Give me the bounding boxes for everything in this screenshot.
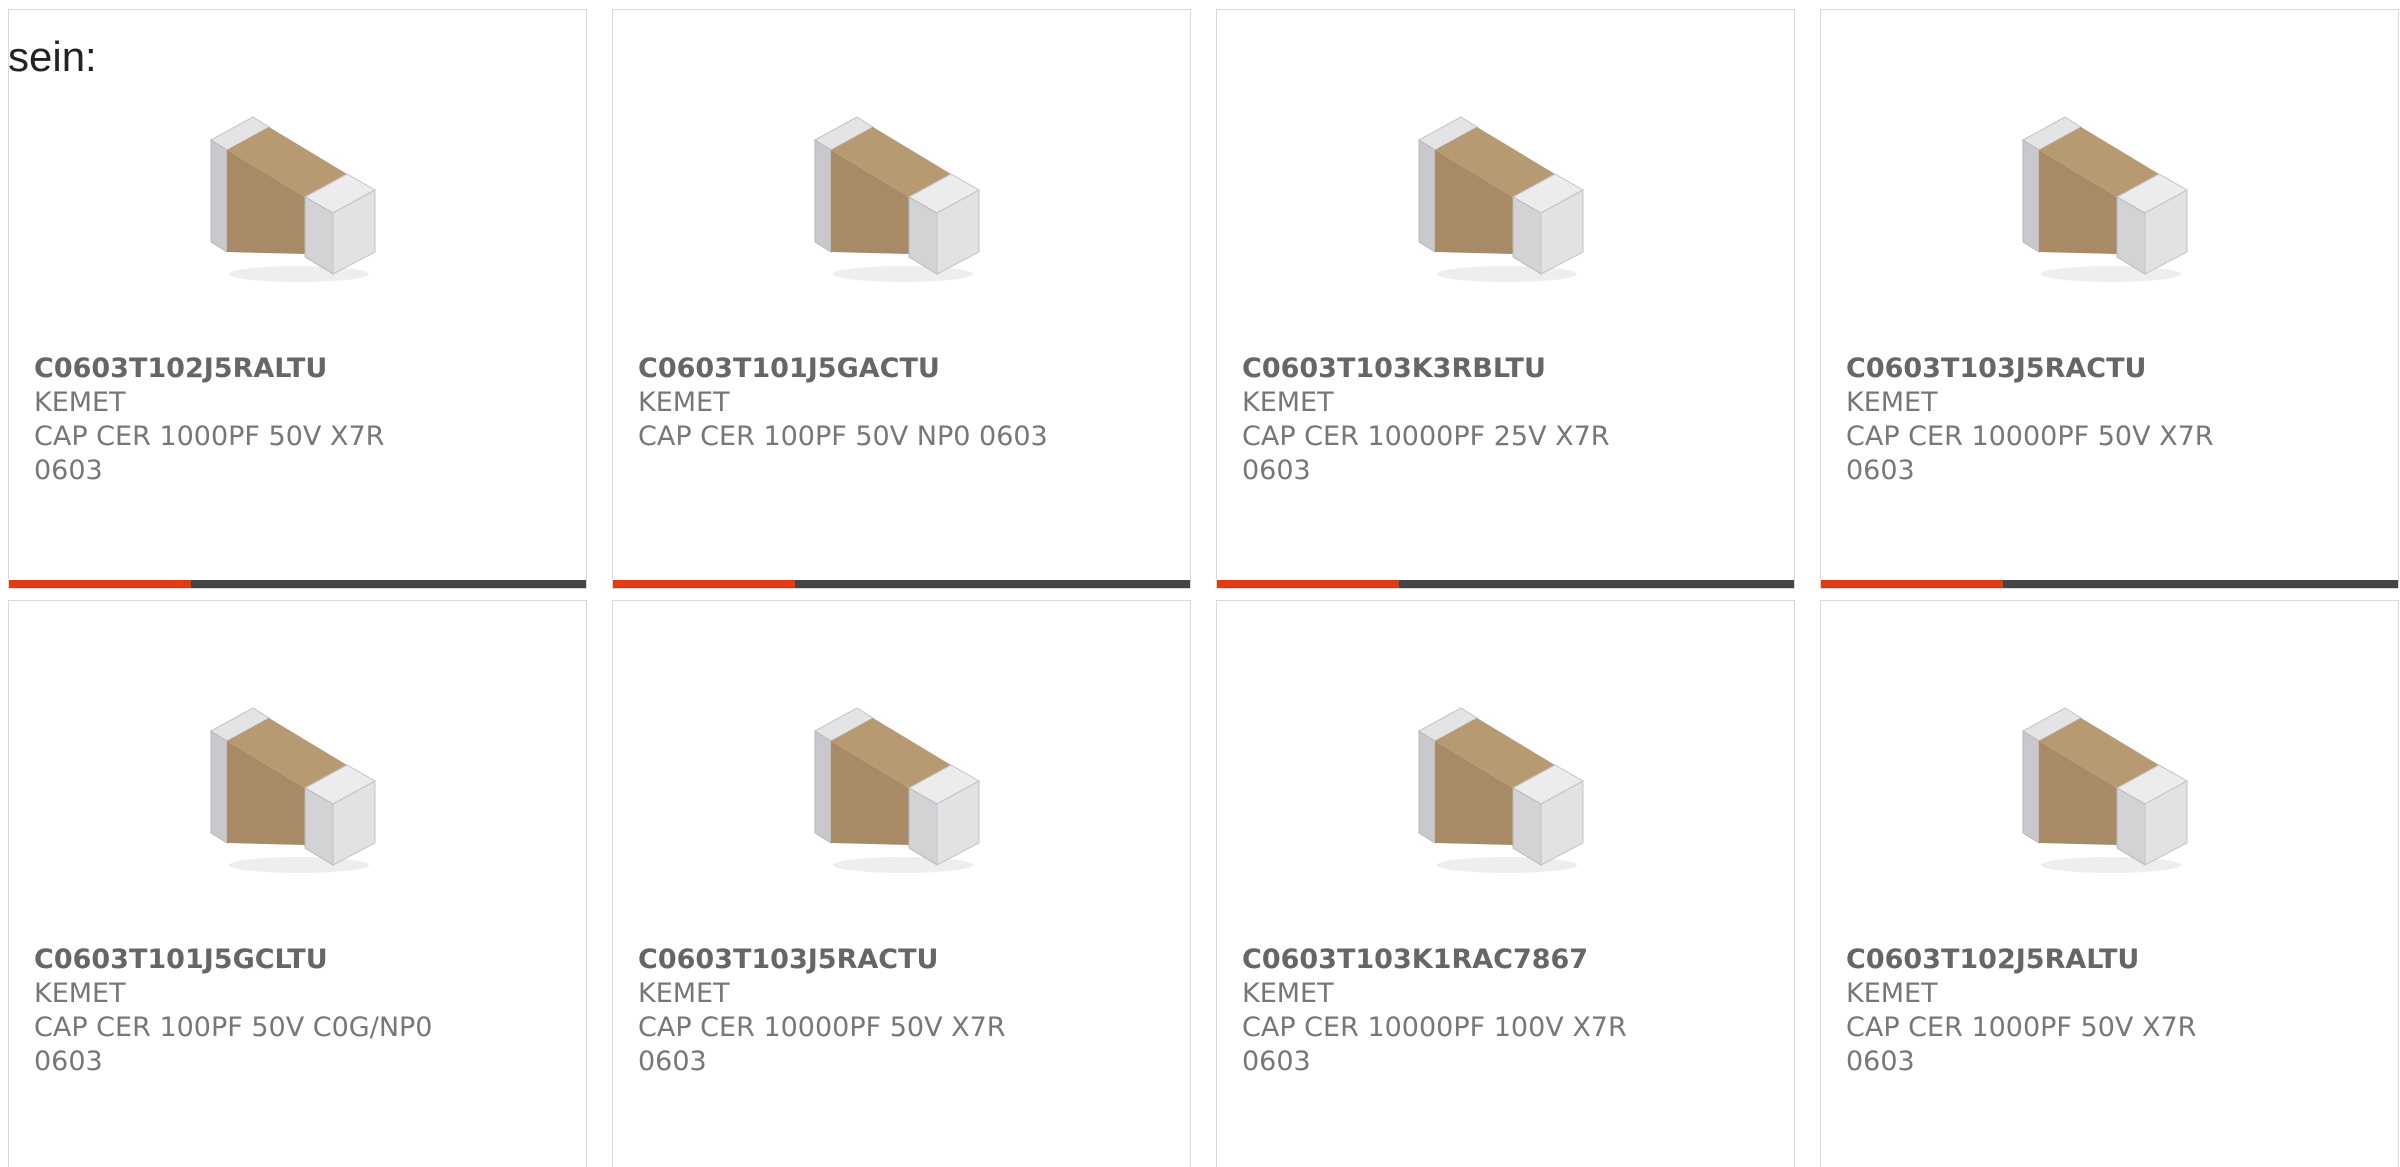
manufacturer: KEMET [1846,978,1938,1009]
product-info: C0603T103J5RACTU KEMET CAP CER 10000PF 5… [638,943,1058,1079]
capacitor-icon [2011,673,2211,878]
manufacturer: KEMET [1242,978,1334,1009]
product-info: C0603T101J5GCLTU KEMET CAP CER 100PF 50V… [34,943,454,1079]
manufacturer: KEMET [638,978,730,1009]
part-number[interactable]: C0603T103K3RBLTU [1242,352,1662,386]
product-card[interactable]: C0603T103K1RAC7867 KEMET CAP CER 10000PF… [1216,600,1795,1167]
product-card[interactable]: C0603T103J5RACTU KEMET CAP CER 10000PF 5… [612,600,1191,1167]
card-footer-bar [1821,580,2398,588]
card-accent-bar [1821,580,2003,588]
product-info: C0603T102J5RALTU KEMET CAP CER 1000PF 50… [1846,943,2266,1079]
part-number[interactable]: C0603T103J5RACTU [638,943,1058,977]
description: CAP CER 10000PF 100V X7R 0603 [1242,1012,1627,1077]
description: CAP CER 10000PF 50V X7R 0603 [638,1012,1006,1077]
product-grid: C0603T102J5RALTU KEMET CAP CER 1000PF 50… [8,9,2400,1167]
manufacturer: KEMET [1242,387,1334,418]
product-info: C0603T103K3RBLTU KEMET CAP CER 10000PF 2… [1242,352,1662,488]
product-info: C0603T103J5RACTU KEMET CAP CER 10000PF 5… [1846,352,2266,488]
card-footer-bar [1217,580,1794,588]
description: CAP CER 10000PF 25V X7R 0603 [1242,421,1610,486]
part-number[interactable]: C0603T101J5GCLTU [34,943,454,977]
capacitor-icon [1407,82,1607,287]
description: CAP CER 10000PF 50V X7R 0603 [1846,421,2214,486]
card-accent-bar [613,580,795,588]
capacitor-icon [199,673,399,878]
product-info: C0603T102J5RALTU KEMET CAP CER 1000PF 50… [34,352,454,488]
card-footer-bar [9,580,586,588]
description: CAP CER 1000PF 50V X7R 0603 [34,421,385,486]
intro-text: sein: [8,33,97,80]
part-number[interactable]: C0603T102J5RALTU [34,352,454,386]
description: CAP CER 100PF 50V C0G/NP0 0603 [34,1012,433,1077]
card-accent-bar [9,580,191,588]
description: CAP CER 100PF 50V NP0 0603 [638,421,1048,452]
capacitor-icon [803,82,1003,287]
part-number[interactable]: C0603T103J5RACTU [1846,352,2266,386]
manufacturer: KEMET [34,387,126,418]
part-number[interactable]: C0603T102J5RALTU [1846,943,2266,977]
description: CAP CER 1000PF 50V X7R 0603 [1846,1012,2197,1077]
product-info: C0603T101J5GACTU KEMET CAP CER 100PF 50V… [638,352,1058,454]
capacitor-icon [1407,673,1607,878]
product-card[interactable]: C0603T103K3RBLTU KEMET CAP CER 10000PF 2… [1216,9,1795,589]
page: sein: C0603T102J5RALTU KEMET CAP CER 100… [0,0,2400,1167]
capacitor-icon [199,82,399,287]
part-number[interactable]: C0603T103K1RAC7867 [1242,943,1662,977]
manufacturer: KEMET [638,387,730,418]
product-card[interactable]: C0603T103J5RACTU KEMET CAP CER 10000PF 5… [1820,9,2399,589]
part-number[interactable]: C0603T101J5GACTU [638,352,1058,386]
manufacturer: KEMET [34,978,126,1009]
manufacturer: KEMET [1846,387,1938,418]
product-info: C0603T103K1RAC7867 KEMET CAP CER 10000PF… [1242,943,1662,1079]
capacitor-icon [2011,82,2211,287]
product-card[interactable]: C0603T101J5GACTU KEMET CAP CER 100PF 50V… [612,9,1191,589]
card-accent-bar [1217,580,1399,588]
product-card[interactable]: C0603T101J5GCLTU KEMET CAP CER 100PF 50V… [8,600,587,1167]
product-card[interactable]: C0603T102J5RALTU KEMET CAP CER 1000PF 50… [8,9,587,589]
card-footer-bar [613,580,1190,588]
product-card[interactable]: C0603T102J5RALTU KEMET CAP CER 1000PF 50… [1820,600,2399,1167]
capacitor-icon [803,673,1003,878]
